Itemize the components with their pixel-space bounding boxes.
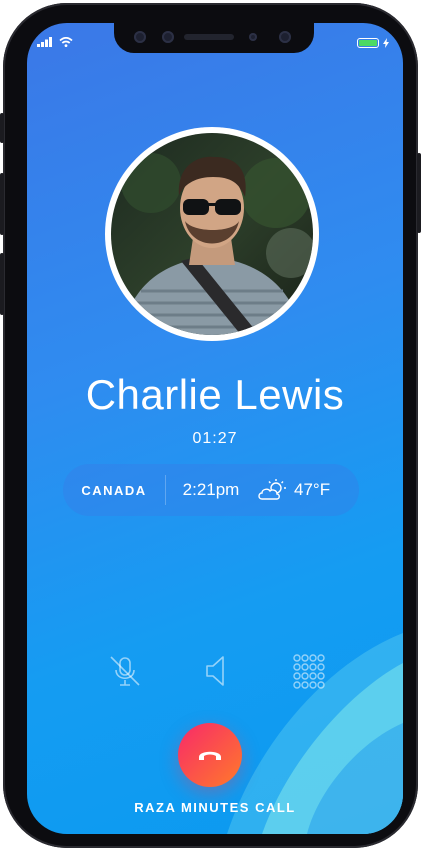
end-call-button[interactable] bbox=[178, 723, 242, 787]
face-sensor bbox=[279, 31, 291, 43]
call-duration: 01:27 bbox=[192, 430, 238, 447]
bolt-icon bbox=[383, 38, 389, 48]
front-camera bbox=[162, 31, 174, 43]
battery-fill bbox=[359, 40, 377, 46]
phone-frame: Charlie Lewis 01:27 CANADA 2:21pm 47°F R… bbox=[0, 3, 421, 848]
earpiece-speaker bbox=[184, 34, 234, 40]
wifi-icon bbox=[59, 37, 73, 47]
status-right bbox=[357, 38, 389, 48]
partly-cloudy-icon bbox=[258, 479, 286, 500]
notch bbox=[114, 23, 314, 53]
mute-button[interactable] bbox=[107, 653, 143, 689]
weather: 47°F bbox=[256, 478, 330, 502]
sensor-dot bbox=[134, 31, 146, 43]
call-controls bbox=[107, 653, 327, 689]
caller-name: Charlie Lewis bbox=[85, 371, 345, 418]
caller-photo bbox=[111, 133, 313, 335]
battery-icon bbox=[357, 38, 379, 48]
volume-down-button bbox=[0, 253, 4, 315]
brand-label: RAZA MINUTES CALL bbox=[134, 800, 296, 815]
volume-up-button bbox=[0, 173, 4, 235]
speaker-icon bbox=[206, 656, 224, 686]
power-button bbox=[417, 153, 421, 233]
temperature: 47°F bbox=[294, 480, 331, 499]
keypad-button[interactable] bbox=[291, 653, 327, 689]
caller-country: CANADA bbox=[81, 482, 147, 498]
speaker-button[interactable] bbox=[199, 653, 235, 689]
call-screen: Charlie Lewis 01:27 CANADA 2:21pm 47°F R… bbox=[27, 23, 403, 834]
microphone-off-icon bbox=[110, 656, 140, 686]
phone-hangup-icon bbox=[199, 751, 221, 760]
status-left bbox=[37, 37, 73, 47]
local-time: 2:21pm bbox=[182, 480, 240, 499]
silent-switch bbox=[0, 113, 4, 143]
location-info-pill: CANADA 2:21pm 47°F bbox=[63, 464, 359, 516]
caller-avatar bbox=[111, 133, 313, 335]
avatar-ring bbox=[105, 127, 319, 341]
signal-bars-icon bbox=[37, 37, 52, 47]
keypad-icon bbox=[293, 654, 325, 689]
proximity-sensor bbox=[249, 33, 257, 41]
